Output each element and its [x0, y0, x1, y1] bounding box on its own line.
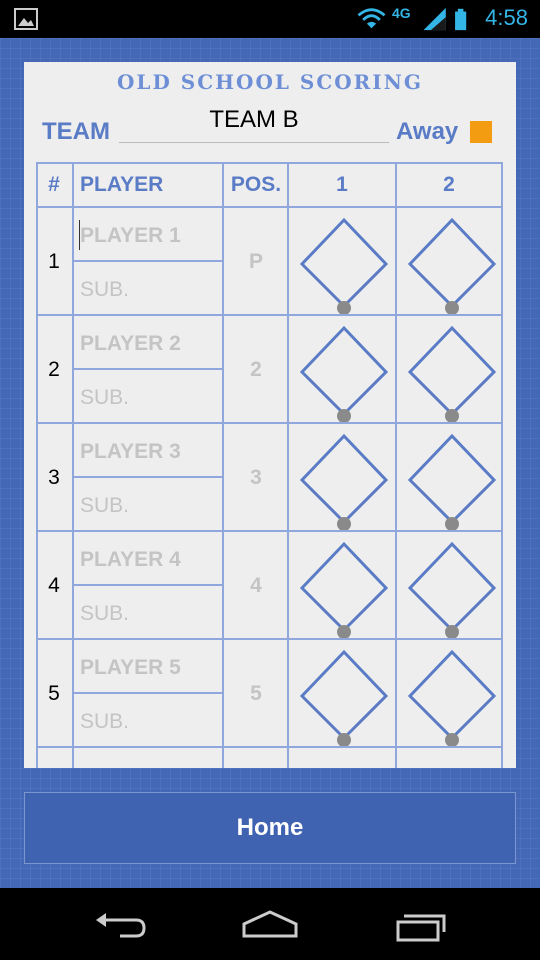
table-row: 5 PLAYER 5 SUB. 5	[36, 640, 503, 748]
player-name-field[interactable]: PLAYER 5	[80, 656, 181, 680]
table-row: 1 PLAYER 1 SUB. P	[36, 208, 503, 316]
team-label: TEAM	[42, 118, 110, 145]
row-number: 3	[48, 466, 60, 489]
position-field[interactable]: 3	[224, 466, 288, 490]
back-icon[interactable]	[90, 908, 150, 942]
row-number: 4	[48, 574, 60, 597]
substitute-field[interactable]: SUB.	[80, 278, 129, 302]
column-header-inning-1: 1	[336, 173, 348, 196]
score-sheet: OLD SCHOOL SCORING TEAM TEAM B Away # PL…	[24, 62, 516, 768]
inning-2-diamond[interactable]	[402, 214, 502, 314]
substitute-field[interactable]: SUB.	[80, 602, 129, 626]
team-name-value: TEAM B	[209, 106, 299, 133]
substitute-field[interactable]: SUB.	[80, 386, 129, 410]
position-field[interactable]: 2	[224, 358, 288, 382]
scoring-grid: # PLAYER POS. 1 2 1 PLAYER 1 SUB. P 2 PLAYER…	[36, 162, 503, 768]
row-divider	[72, 368, 222, 370]
status-icons	[357, 7, 467, 31]
position-field[interactable]: P	[224, 250, 288, 274]
network-type: 4G	[392, 5, 411, 21]
player-name-field[interactable]: PLAYER 2	[80, 332, 181, 356]
row-number: 2	[48, 358, 60, 381]
player-name-field[interactable]: PLAYER 4	[80, 548, 181, 572]
inning-2-diamond[interactable]	[402, 322, 502, 422]
gallery-icon	[14, 8, 38, 30]
inning-2-diamond[interactable]	[402, 646, 502, 746]
column-header-position: POS.	[230, 173, 282, 196]
row-divider	[72, 584, 222, 586]
row-number: 1	[48, 250, 60, 273]
column-header-number: #	[48, 173, 60, 196]
recent-apps-icon[interactable]	[390, 908, 450, 942]
inning-1-diamond[interactable]	[294, 214, 394, 314]
away-toggle[interactable]	[470, 121, 492, 143]
table-row: 3 PLAYER 3 SUB. 3	[36, 424, 503, 532]
navigation-bar	[0, 888, 540, 960]
inning-1-diamond[interactable]	[294, 430, 394, 530]
home-icon[interactable]	[240, 908, 300, 942]
away-label: Away	[396, 118, 459, 145]
table-row: 4 PLAYER 4 SUB. 4	[36, 532, 503, 640]
position-field[interactable]: 4	[224, 574, 288, 598]
grid-line	[36, 746, 503, 748]
column-header-inning-2: 2	[443, 173, 455, 196]
wifi-icon	[357, 8, 386, 29]
table-row: 2 PLAYER 2 SUB. 2	[36, 316, 503, 424]
player-name-field[interactable]: PLAYER 1	[80, 224, 181, 248]
row-number: 5	[48, 682, 60, 705]
battery-icon	[455, 8, 467, 31]
column-header-player: PLAYER	[80, 173, 164, 196]
row-divider	[72, 476, 222, 478]
inning-1-diamond[interactable]	[294, 538, 394, 638]
clock: 4:58	[485, 5, 528, 30]
status-bar: 4G 4:58	[0, 0, 540, 38]
inning-2-diamond[interactable]	[402, 538, 502, 638]
substitute-field[interactable]: SUB.	[80, 710, 129, 734]
row-divider	[72, 260, 222, 262]
signal-icon	[423, 7, 446, 31]
substitute-field[interactable]: SUB.	[80, 494, 129, 518]
player-name-field[interactable]: PLAYER 3	[80, 440, 181, 464]
row-divider	[72, 692, 222, 694]
text-cursor	[79, 220, 80, 250]
inning-2-diamond[interactable]	[402, 430, 502, 530]
inning-1-diamond[interactable]	[294, 646, 394, 746]
team-name-field[interactable]: TEAM B	[119, 102, 389, 143]
home-button[interactable]: Home	[24, 792, 516, 864]
position-field[interactable]: 5	[224, 682, 288, 706]
inning-1-diamond[interactable]	[294, 322, 394, 422]
sheet-title: OLD SCHOOL SCORING	[116, 70, 424, 94]
